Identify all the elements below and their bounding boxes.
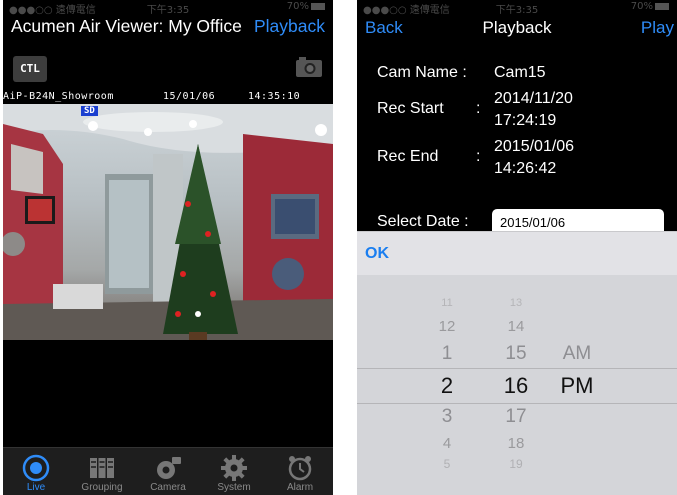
tab-alarm[interactable]: Alarm (267, 448, 333, 495)
tab-live-label: Live (26, 482, 46, 493)
date-osd: 15/01/06 (163, 91, 216, 102)
gear-icon (221, 455, 247, 481)
cam-name-value: Cam15 (494, 64, 546, 81)
tab-live[interactable]: Live (3, 448, 69, 495)
playback-screen: ●●●○○ 遠傳電信 下午3:35 70% Back Playback Play… (357, 0, 677, 495)
page-title: Acumen Air Viewer: My Office (11, 16, 242, 36)
picker-hour-option[interactable]: 5 (417, 457, 477, 471)
rec-start-time: 17:24:19 (494, 112, 557, 129)
rec-end-label: Rec End (377, 148, 439, 165)
picker-toolbar: OK (357, 231, 677, 275)
tab-camera[interactable]: Camera (135, 448, 201, 495)
camera-gear-icon (157, 457, 181, 479)
tab-system[interactable]: System (201, 448, 267, 495)
select-date-label: Select Date : (377, 213, 469, 230)
picker-am-option[interactable]: AM (547, 343, 607, 365)
ctl-button[interactable]: CTL (13, 56, 47, 82)
time-picker[interactable]: 11 12 1 2 3 4 5 13 14 15 16 17 18 19 AM … (357, 275, 677, 495)
live-view-screen: ●●●○○ 遠傳電信 下午3:35 70% Acumen Air Viewer:… (3, 0, 333, 495)
tab-grouping[interactable]: Grouping (69, 448, 135, 495)
tab-system-label: System (217, 482, 251, 493)
picker-minute-option[interactable]: 17 (486, 406, 546, 428)
rec-start-date: 2014/11/20 (494, 90, 573, 107)
page-title: Playback (482, 18, 552, 37)
showroom-scene-image (3, 104, 333, 340)
ok-button[interactable]: OK (365, 245, 389, 263)
nav-bar: Back Playback Play (357, 8, 677, 48)
time-osd: 14:35:10 (248, 91, 301, 102)
rec-end-colon: : (476, 148, 481, 165)
tab-grouping-label: Grouping (81, 482, 123, 493)
grouping-icon (90, 458, 114, 478)
tab-camera-label: Camera (150, 482, 186, 493)
live-icon (22, 454, 50, 482)
picker-hour-option[interactable]: 4 (417, 435, 477, 452)
tab-bar: Live Grouping Camera System Alarm (3, 447, 333, 495)
sd-badge: SD (81, 106, 98, 116)
snapshot-camera-icon[interactable] (295, 56, 323, 78)
picker-pm-selected[interactable]: PM (547, 373, 607, 399)
tab-alarm-label: Alarm (286, 482, 314, 493)
play-button[interactable]: Play (641, 18, 674, 38)
picker-hour-selected[interactable]: 2 (417, 373, 477, 399)
live-video-feed[interactable]: SD (3, 104, 333, 340)
picker-minute-option[interactable]: 14 (486, 318, 546, 335)
rec-end-date: 2015/01/06 (494, 138, 575, 155)
playback-button[interactable]: Playback (254, 16, 325, 37)
picker-hour-option[interactable]: 12 (417, 318, 477, 335)
cam-name-label: Cam Name : (377, 64, 467, 81)
nav-bar: Acumen Air Viewer: My Office Playback (3, 8, 333, 48)
picker-minute-option[interactable]: 13 (486, 297, 546, 309)
picker-minute-selected[interactable]: 16 (486, 373, 546, 399)
rec-end-time: 14:26:42 (494, 160, 557, 177)
picker-hour-option[interactable]: 3 (417, 406, 477, 428)
camera-name-osd: AiP-B24N_Showroom (3, 91, 114, 102)
picker-minute-option[interactable]: 18 (486, 435, 546, 452)
video-osd-bar: AiP-B24N_Showroom 15/01/06 14:35:10 (3, 90, 333, 104)
picker-hour-option[interactable]: 11 (417, 297, 477, 309)
rec-start-label: Rec Start (377, 100, 444, 117)
alarm-clock-icon (288, 456, 312, 481)
rec-start-colon: : (476, 100, 481, 117)
picker-minute-option[interactable]: 19 (486, 457, 546, 471)
picker-minute-option[interactable]: 15 (486, 343, 546, 365)
picker-hour-option[interactable]: 1 (417, 343, 477, 365)
